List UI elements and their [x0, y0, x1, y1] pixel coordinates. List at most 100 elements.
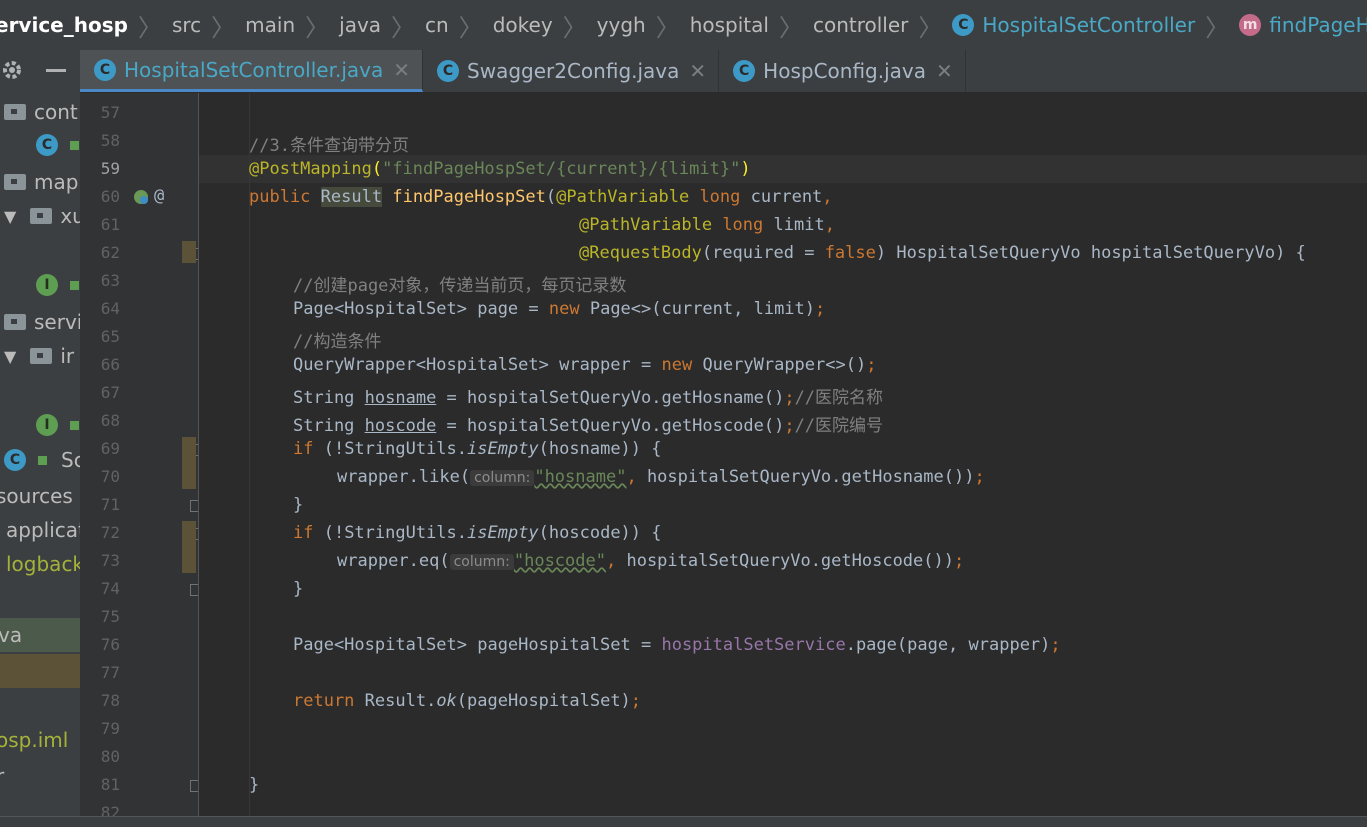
expand-arrow-icon[interactable]: ▼: [4, 347, 16, 366]
tree-item-folder[interactable]: ▼ ir: [4, 344, 74, 368]
code-line: Page<HospitalSet> page = new Page<>(curr…: [293, 299, 826, 319]
line-number: 78: [100, 691, 120, 710]
class-icon: C: [94, 58, 116, 81]
tree-item-label: map: [34, 170, 79, 194]
tree-item-label: servi: [34, 310, 80, 334]
lock-icon: [70, 280, 79, 290]
code-line: }: [293, 495, 304, 515]
tab-hosp-config[interactable]: C HospConfig.java ✕: [719, 50, 966, 92]
breadcrumb-item-dokey[interactable]: dokey: [493, 13, 553, 37]
folder-icon: [4, 314, 26, 330]
chevron-right-icon: 〉: [562, 13, 587, 42]
code-line: String hosname = hospitalSetQueryVo.getH…: [293, 388, 884, 408]
tree-item-label: applicat: [6, 518, 80, 542]
line-number: 58: [100, 131, 120, 150]
interface-icon: I: [36, 274, 58, 296]
tree-item-application[interactable]: C Sc: [4, 448, 80, 472]
change-marker: [182, 241, 196, 263]
breadcrumb-item-method[interactable]: m findPageHospSet: [1239, 13, 1367, 37]
tree-item-selected[interactable]: va: [0, 618, 80, 652]
breadcrumb-item-yygh[interactable]: yygh: [597, 13, 646, 37]
tree-item-file[interactable]: r: [0, 764, 4, 788]
tree-item-folder[interactable]: ▼ xu: [4, 204, 80, 228]
code-line: if (!StringUtils.isEmpty(hosname)) {: [293, 439, 662, 459]
expand-arrow-icon[interactable]: ▼: [4, 207, 16, 226]
line-number: 62: [100, 243, 120, 262]
folder-icon: [30, 348, 53, 364]
folder-icon: [4, 104, 26, 120]
breadcrumb-item-src[interactable]: src: [172, 13, 201, 37]
fold-marker-icon[interactable]: [190, 780, 198, 792]
tab-hospital-set-controller[interactable]: C HospitalSetController.java ✕: [80, 50, 424, 92]
spring-boot-class-icon: C: [4, 449, 26, 471]
breadcrumb-item-java[interactable]: java: [339, 13, 381, 37]
line-number: 69: [100, 439, 120, 458]
chevron-right-icon: 〉: [655, 13, 680, 42]
editor-gutter: 57 58 59 60 61 62 63 64 65 66 67 68 69 70 71 72 73 74 75 76…: [80, 93, 199, 827]
breadcrumb-item-cn[interactable]: cn: [425, 13, 449, 37]
tree-item-resources[interactable]: sources: [0, 484, 73, 508]
code-line: QueryWrapper<HospitalSet> wrapper = new …: [293, 355, 877, 375]
code-line: }: [249, 775, 260, 795]
tree-item-highlight[interactable]: [0, 654, 80, 688]
spring-bean-icon[interactable]: [132, 188, 150, 206]
tree-item-iml[interactable]: osp.iml: [0, 728, 68, 752]
tree-item-folder[interactable]: cont: [4, 100, 78, 124]
tree-item-folder[interactable]: map: [4, 170, 78, 194]
breadcrumb-class-label: HospitalSetController: [982, 13, 1196, 37]
tree-item-file[interactable]: logback: [6, 552, 80, 576]
line-number: 71: [100, 495, 120, 514]
status-bar: [0, 816, 1367, 827]
code-line: //构造条件: [293, 332, 382, 352]
breadcrumb-item-class[interactable]: C HospitalSetController: [952, 13, 1195, 37]
project-toolbar: [0, 50, 80, 92]
breadcrumb-item-main[interactable]: main: [245, 13, 295, 37]
line-number: 77: [100, 663, 120, 682]
line-number: 70: [100, 467, 120, 486]
line-number: 65: [100, 327, 120, 346]
breadcrumb-item-controller[interactable]: controller: [813, 13, 908, 37]
line-number: 74: [100, 579, 120, 598]
fold-marker-icon[interactable]: [190, 500, 198, 512]
tree-item-folder[interactable]: servi: [4, 310, 80, 334]
gear-icon[interactable]: [0, 58, 24, 82]
line-number: 67: [100, 383, 120, 402]
tree-item-interface[interactable]: I: [36, 414, 79, 436]
tree-item-file[interactable]: applicat: [6, 518, 80, 542]
line-number: 81: [100, 775, 120, 794]
class-icon: C: [952, 14, 975, 36]
class-icon: C: [36, 134, 58, 156]
tree-item-class[interactable]: C: [36, 134, 79, 156]
line-number: 64: [100, 299, 120, 318]
tree-item-label: xu: [60, 204, 80, 228]
chevron-right-icon: 〉: [458, 13, 483, 42]
at-marker[interactable]: @: [154, 186, 164, 206]
tree-item-label: sources: [0, 484, 73, 508]
line-number: 76: [100, 635, 120, 654]
tree-item-interface[interactable]: I: [36, 274, 79, 296]
editor-tabs: C HospitalSetController.java ✕ C Swagger…: [80, 50, 1367, 93]
code-line: String hoscode = hospitalSetQueryVo.getH…: [293, 416, 884, 436]
fold-marker-icon[interactable]: [190, 584, 198, 596]
chevron-right-icon: 〉: [391, 13, 416, 42]
breadcrumb-item-hospital[interactable]: hospital: [690, 13, 769, 37]
class-icon: C: [437, 60, 460, 82]
code-line: @PathVariable long limit,: [579, 215, 835, 235]
line-number: 57: [100, 103, 120, 122]
tree-item-label: ir: [60, 344, 75, 368]
change-marker: [182, 437, 196, 489]
minimize-icon[interactable]: [44, 58, 68, 82]
code-editor[interactable]: //3.条件查询带分页 @PostMapping("findPageHospSe…: [199, 93, 1367, 827]
line-number: 68: [100, 411, 120, 430]
close-icon[interactable]: ✕: [393, 58, 410, 82]
code-line: if (!StringUtils.isEmpty(hoscode)) {: [293, 523, 662, 543]
class-icon: C: [733, 60, 756, 82]
line-number: 63: [100, 271, 120, 290]
code-line: //3.条件查询带分页: [249, 136, 409, 156]
folder-icon: [4, 174, 26, 190]
breadcrumb-item-module[interactable]: ervice_hosp: [0, 13, 128, 37]
close-icon[interactable]: ✕: [936, 59, 953, 83]
interface-icon: I: [36, 414, 58, 436]
close-icon[interactable]: ✕: [689, 59, 706, 83]
tab-swagger2-config[interactable]: C Swagger2Config.java ✕: [423, 50, 720, 92]
